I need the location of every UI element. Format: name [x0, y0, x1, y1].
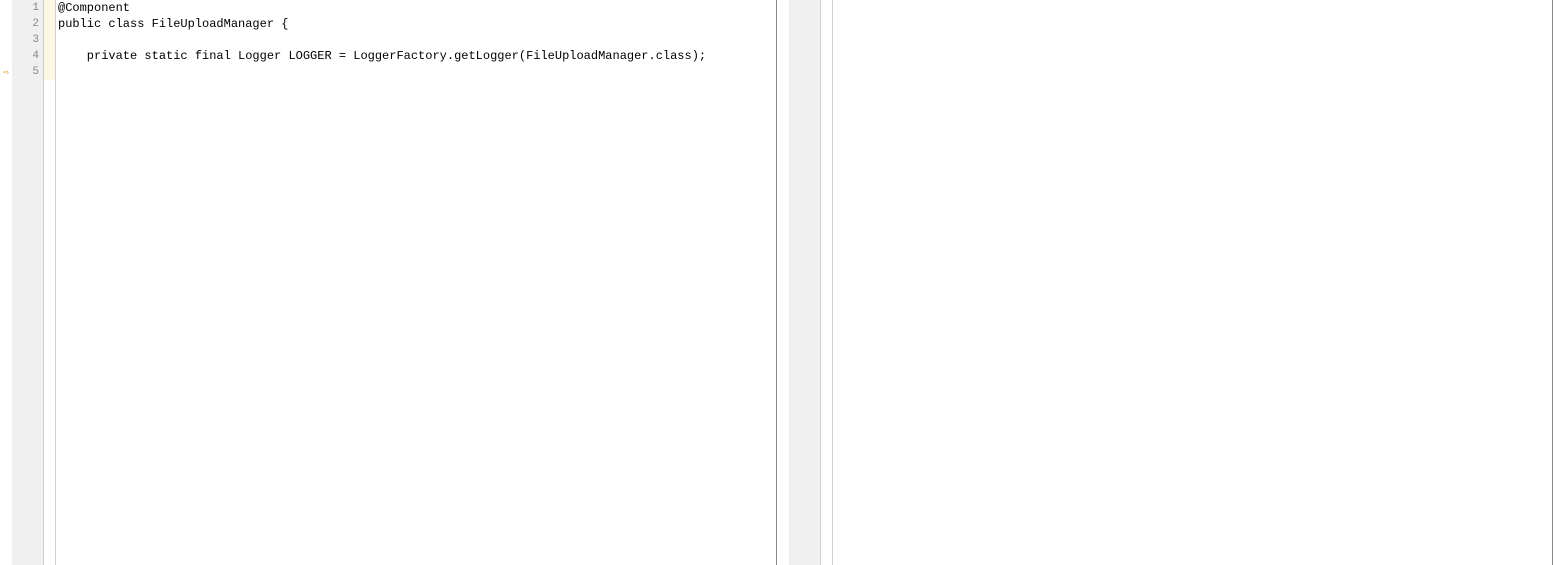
code-line[interactable]: private static final Logger LOGGER = Log…: [56, 48, 776, 64]
line-number[interactable]: 3: [12, 32, 43, 48]
gutter-right[interactable]: [789, 0, 821, 565]
code-line[interactable]: @Component: [56, 0, 776, 16]
left-diff-pane[interactable]: ⇨ 12345 @Componentpublic class FileUploa…: [0, 0, 777, 565]
line-number[interactable]: 2: [12, 16, 43, 32]
gutter-left[interactable]: 12345: [12, 0, 44, 565]
diff-marker: ⇨: [0, 64, 12, 80]
arrow-right-icon: ⇨: [3, 66, 9, 82]
fold-column-right[interactable]: [821, 0, 833, 565]
fold-gutter-cell[interactable]: [44, 32, 55, 48]
diff-marker: [0, 0, 12, 16]
code-line[interactable]: [56, 32, 776, 48]
code-area-right[interactable]: [833, 0, 1553, 565]
fold-gutter-cell[interactable]: [44, 48, 55, 64]
right-diff-pane[interactable]: [777, 0, 1553, 565]
diff-marker: [0, 32, 12, 48]
fold-gutter-cell[interactable]: [44, 0, 55, 16]
marker-column-right: [777, 0, 789, 565]
fold-gutter-cell[interactable]: [44, 16, 55, 32]
code-area-left[interactable]: @Componentpublic class FileUploadManager…: [56, 0, 776, 565]
code-line[interactable]: public class FileUploadManager {: [56, 16, 776, 32]
diff-marker: [0, 16, 12, 32]
diff-marker: [0, 48, 12, 64]
fold-gutter-cell[interactable]: [44, 64, 55, 80]
line-number[interactable]: 5: [12, 64, 43, 80]
line-number[interactable]: 1: [12, 0, 43, 16]
marker-column-left: ⇨: [0, 0, 12, 565]
line-number[interactable]: 4: [12, 48, 43, 64]
fold-column-left[interactable]: [44, 0, 56, 565]
